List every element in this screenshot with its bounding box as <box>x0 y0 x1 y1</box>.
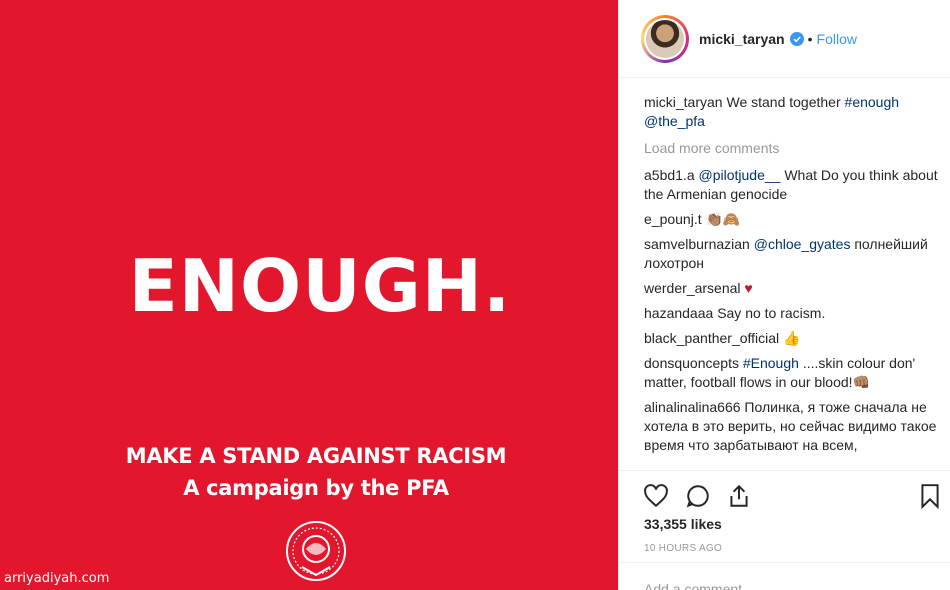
share-icon[interactable] <box>726 483 752 509</box>
comment-item: alinalinalina666 Полинка, я тоже сначала… <box>644 398 944 458</box>
comment-username[interactable]: a5bd1.a <box>644 167 695 183</box>
comment-username[interactable]: werder_arsenal <box>644 280 741 296</box>
comment-text: 👍 <box>783 330 801 346</box>
caption-text: We stand together <box>726 94 841 110</box>
comment-username[interactable]: hazandaaa <box>644 305 713 321</box>
heart-emoji: ♥ <box>744 280 753 296</box>
load-more-comments-button[interactable]: Load more comments <box>644 139 944 158</box>
comment-mention[interactable]: @pilotjude__ <box>699 167 781 183</box>
verified-badge-icon <box>789 31 804 46</box>
comment-item: black_panther_official 👍 <box>644 329 944 348</box>
header-username[interactable]: micki_taryan <box>699 31 785 47</box>
caption-hashtag[interactable]: #enough <box>845 94 900 110</box>
separator: • <box>807 30 813 47</box>
post-image[interactable]: ENOUGH. MAKE A STAND AGAINST RACISM A ca… <box>0 0 618 590</box>
pfa-crest-icon <box>286 521 346 581</box>
comment-item: werder_arsenal ♥ <box>644 279 944 298</box>
comment-username[interactable]: black_panther_official <box>644 330 779 346</box>
caption-mention[interactable]: @the_pfa <box>644 113 705 129</box>
comment-hashtag[interactable]: #Enough <box>743 355 799 371</box>
action-bar <box>619 470 950 518</box>
image-tagline-1: MAKE A STAND AGAINST RACISM <box>125 444 507 468</box>
comment-username[interactable]: e_pounj.t <box>644 211 702 227</box>
comment-item: e_pounj.t 👏🏽🙈 <box>644 210 944 229</box>
post-timestamp: 10 HOURS AGO <box>644 543 723 554</box>
comment-username[interactable]: alinalinalina666 <box>644 399 741 415</box>
avatar[interactable] <box>641 14 689 63</box>
comment-text: 👏🏽🙈 <box>705 211 741 227</box>
follow-button[interactable]: Follow <box>817 31 857 47</box>
comments-list: micki_taryan We stand together #enough @… <box>644 93 944 464</box>
caption: micki_taryan We stand together #enough @… <box>644 93 944 131</box>
image-headline: ENOUGH. <box>128 244 512 328</box>
comment-username[interactable]: samvelburnazian <box>644 236 750 252</box>
bookmark-icon[interactable] <box>917 483 943 509</box>
comment-text: Say no to racism. <box>717 305 826 321</box>
caption-username[interactable]: micki_taryan <box>644 94 723 110</box>
comment-item: donsquoncepts #Enough ....skin colour do… <box>644 354 944 392</box>
post-header: micki_taryan • Follow <box>619 0 950 78</box>
comment-item: samvelburnazian @chloe_gyates полнейший … <box>644 235 944 273</box>
watermark: arriyadiyah.com <box>4 571 110 586</box>
comment-username[interactable]: donsquoncepts <box>644 355 739 371</box>
image-tagline-2: A campaign by the PFA <box>183 476 449 500</box>
comment-mention[interactable]: @chloe_gyates <box>754 236 851 252</box>
comment-icon[interactable] <box>685 483 711 509</box>
heart-icon[interactable] <box>643 483 669 509</box>
likes-count[interactable]: 33,355 likes <box>644 516 722 532</box>
post-sidebar: micki_taryan • Follow micki_taryan We st… <box>618 0 950 590</box>
comment-item: a5bd1.a @pilotjude__ What Do you think a… <box>644 166 944 204</box>
add-comment-input[interactable]: Add a comment... <box>619 562 950 590</box>
comment-item: hazandaaa Say no to racism. <box>644 304 944 323</box>
